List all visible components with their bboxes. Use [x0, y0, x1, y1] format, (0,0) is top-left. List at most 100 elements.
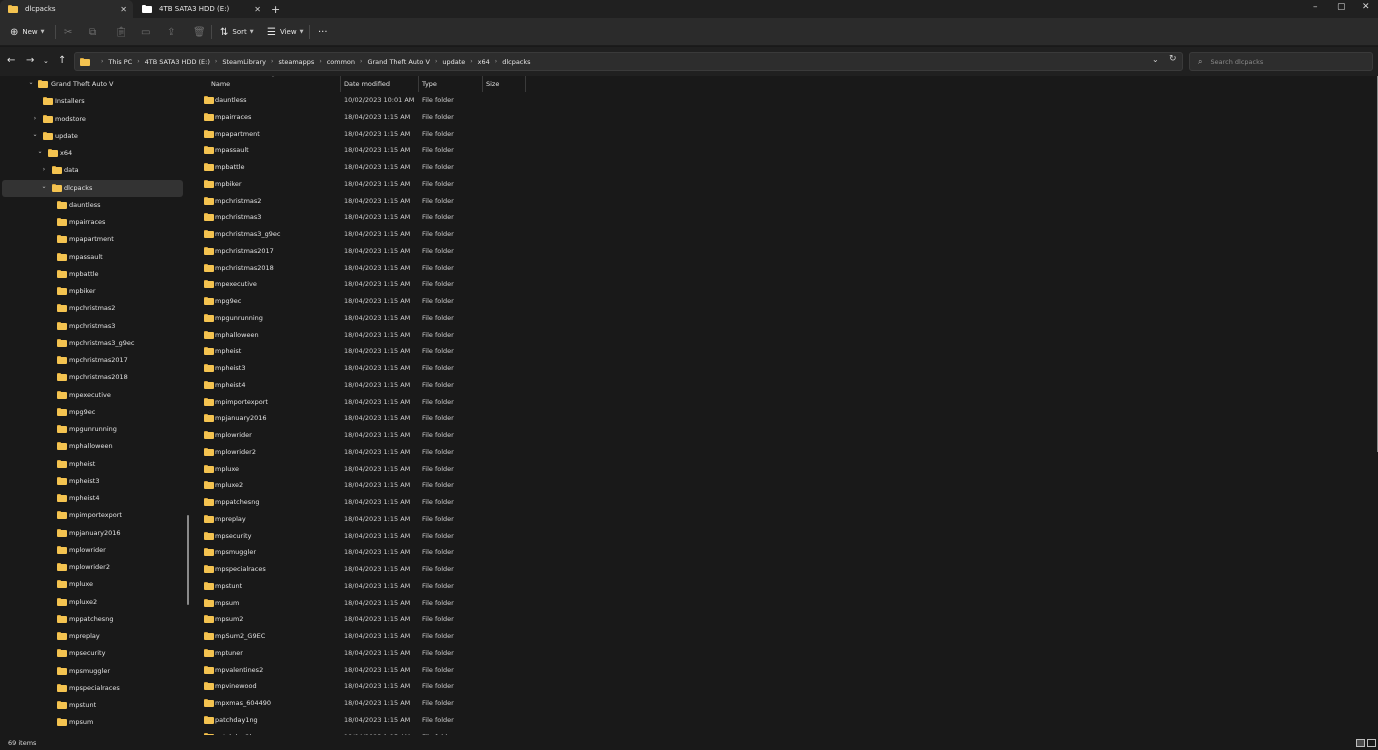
file-row[interactable]: dauntless 10/02/2023 10:01 AM File folder: [195, 92, 1378, 109]
file-row[interactable]: mpreplay 18/04/2023 1:15 AM File folder: [195, 511, 1378, 528]
recent-locations-chevron-icon[interactable]: ⌄: [43, 57, 49, 65]
breadcrumb-update[interactable]: update: [442, 58, 465, 66]
nav-item[interactable]: mpspecialraces: [2, 680, 183, 697]
column-divider[interactable]: [525, 76, 526, 92]
file-row[interactable]: mpchristmas2018 18/04/2023 1:15 AM File fo…: [195, 260, 1378, 277]
nav-item[interactable]: mpchristmas2017: [2, 352, 183, 369]
back-arrow-icon[interactable]: ←: [7, 55, 15, 66]
file-row[interactable]: mpsum 18/04/2023 1:15 AM File folder: [195, 595, 1378, 612]
nav-item[interactable]: mpjanuary2016: [2, 525, 183, 542]
file-row[interactable]: mpSum2_G9EC 18/04/2023 1:15 AM File folder: [195, 628, 1378, 645]
view-button[interactable]: ☰ View ▼: [267, 25, 303, 39]
rename-icon[interactable]: ▭: [141, 25, 150, 39]
breadcrumb-dlcpacks[interactable]: dlcpacks: [502, 58, 530, 66]
chevron-down-icon[interactable]: ⌄: [27, 79, 35, 86]
file-row[interactable]: mpsecurity 18/04/2023 1:15 AM File folder: [195, 528, 1378, 545]
nav-item[interactable]: mpchristmas3_g9ec: [2, 335, 183, 352]
file-row[interactable]: mpvalentines2 18/04/2023 1:15 AM File fold…: [195, 662, 1378, 679]
file-row[interactable]: mpheist4 18/04/2023 1:15 AM File folder: [195, 377, 1378, 394]
address-history-chevron-icon[interactable]: ⌄: [1152, 55, 1159, 64]
nav-item[interactable]: mpgunrunning: [2, 421, 183, 438]
nav-item[interactable]: › data: [2, 162, 183, 179]
tiles-view-icon[interactable]: [1367, 739, 1376, 747]
nav-item[interactable]: mplowrider2: [2, 559, 183, 576]
close-window-icon[interactable]: ✕: [1362, 2, 1370, 12]
breadcrumb-steamapps[interactable]: steamapps: [278, 58, 314, 66]
file-row[interactable]: mpsmuggler 18/04/2023 1:15 AM File folder: [195, 544, 1378, 561]
nav-item[interactable]: mpimportexport: [2, 507, 183, 524]
nav-item[interactable]: mpluxe: [2, 576, 183, 593]
nav-item[interactable]: mpassault: [2, 249, 183, 266]
up-arrow-icon[interactable]: ↑: [58, 55, 66, 66]
nav-item[interactable]: mpsum: [2, 714, 183, 731]
nav-item[interactable]: mplowrider: [2, 542, 183, 559]
file-row[interactable]: mpapartment 18/04/2023 1:15 AM File folder: [195, 126, 1378, 143]
file-row[interactable]: mppatchesng 18/04/2023 1:15 AM File folder: [195, 494, 1378, 511]
nav-item[interactable]: mpheist3: [2, 473, 183, 490]
search-input[interactable]: [1210, 57, 1361, 66]
nav-item[interactable]: mpchristmas2018: [2, 369, 183, 386]
column-divider[interactable]: [418, 76, 419, 92]
nav-item[interactable]: ⌄ dlcpacks: [2, 179, 183, 197]
file-row[interactable]: mpxmas_604490 18/04/2023 1:15 AM File fold…: [195, 695, 1378, 712]
nav-item[interactable]: mpreplay: [2, 628, 183, 645]
new-button[interactable]: ⊕ New ▼: [10, 25, 45, 39]
file-row[interactable]: mpimportexport 18/04/2023 1:15 AM File fol…: [195, 394, 1378, 411]
file-row[interactable]: mpg9ec 18/04/2023 1:15 AM File folder: [195, 293, 1378, 310]
file-row[interactable]: mpjanuary2016 18/04/2023 1:15 AM File fold…: [195, 410, 1378, 427]
file-row[interactable]: mpvinewood 18/04/2023 1:15 AM File folder: [195, 678, 1378, 695]
file-row[interactable]: mpstunt 18/04/2023 1:15 AM File folder: [195, 578, 1378, 595]
chevron-right-icon[interactable]: ›: [31, 115, 39, 122]
paste-icon[interactable]: 📋︎: [115, 25, 128, 39]
nav-item[interactable]: mpsecurity: [2, 645, 183, 662]
breadcrumb-x64[interactable]: x64: [478, 58, 490, 66]
file-row[interactable]: mphalloween 18/04/2023 1:15 AM File folder: [195, 327, 1378, 344]
nav-item[interactable]: mpbattle: [2, 266, 183, 283]
nav-scrollbar[interactable]: [187, 515, 189, 605]
breadcrumb-this-pc[interactable]: This PC: [108, 58, 132, 66]
nav-item[interactable]: mphalloween: [2, 438, 183, 455]
nav-item[interactable]: Installers: [2, 93, 183, 110]
close-tab-icon[interactable]: ✕: [254, 5, 261, 14]
file-row[interactable]: mpchristmas2 18/04/2023 1:15 AM File folde…: [195, 193, 1378, 210]
column-divider[interactable]: [482, 76, 483, 92]
nav-item[interactable]: › modstore: [2, 111, 183, 128]
nav-item[interactable]: mpheist: [2, 456, 183, 473]
nav-item[interactable]: mpg9ec: [2, 404, 183, 421]
tab-dlcpacks[interactable]: dlcpacks ✕: [0, 0, 133, 18]
address-bar[interactable]: › This PC › 4TB SATA3 HDD (E:) › SteamLi…: [74, 52, 1183, 71]
file-row[interactable]: mpspecialraces 18/04/2023 1:15 AM File fol…: [195, 561, 1378, 578]
close-tab-icon[interactable]: ✕: [120, 5, 127, 14]
file-row[interactable]: mpexecutive 18/04/2023 1:15 AM File folder: [195, 276, 1378, 293]
file-row[interactable]: mpbiker 18/04/2023 1:15 AM File folder: [195, 176, 1378, 193]
nav-item[interactable]: ⌄ update: [2, 128, 183, 145]
copy-icon[interactable]: ⧉: [89, 25, 96, 39]
column-size[interactable]: Size: [486, 80, 499, 88]
file-row[interactable]: patchday1ng 18/04/2023 1:15 AM File folder: [195, 712, 1378, 729]
nav-item[interactable]: mpchristmas2: [2, 300, 183, 317]
nav-item[interactable]: mpchristmas3: [2, 318, 183, 335]
forward-arrow-icon[interactable]: →: [26, 55, 34, 66]
column-date-modified[interactable]: Date modified: [344, 80, 390, 88]
details-view-icon[interactable]: [1356, 739, 1365, 747]
breadcrumb-steamlibrary[interactable]: SteamLibrary: [222, 58, 266, 66]
sort-button[interactable]: ⇅ Sort ▼: [220, 25, 254, 39]
file-row[interactable]: mpbattle 18/04/2023 1:15 AM File folder: [195, 159, 1378, 176]
chevron-right-icon[interactable]: ›: [40, 166, 48, 173]
cut-icon[interactable]: ✂: [64, 25, 72, 39]
more-options-icon[interactable]: ···: [318, 25, 328, 39]
file-row[interactable]: mpluxe 18/04/2023 1:15 AM File folder: [195, 461, 1378, 478]
nav-item[interactable]: mpexecutive: [2, 387, 183, 404]
nav-item[interactable]: mpairraces: [2, 214, 183, 231]
file-row[interactable]: mpchristmas3 18/04/2023 1:15 AM File folde…: [195, 209, 1378, 226]
file-row[interactable]: mpheist3 18/04/2023 1:15 AM File folder: [195, 360, 1378, 377]
nav-item[interactable]: dauntless: [2, 197, 183, 214]
refresh-icon[interactable]: ↻: [1169, 54, 1177, 64]
share-icon[interactable]: ⇪: [167, 25, 175, 39]
delete-icon[interactable]: 🗑︎: [193, 25, 206, 39]
file-row[interactable]: mpheist 18/04/2023 1:15 AM File folder: [195, 343, 1378, 360]
file-row[interactable]: mpluxe2 18/04/2023 1:15 AM File folder: [195, 477, 1378, 494]
search-box[interactable]: ⌕: [1189, 52, 1373, 71]
chevron-down-icon[interactable]: ⌄: [31, 131, 39, 138]
nav-item[interactable]: mpbiker: [2, 283, 183, 300]
